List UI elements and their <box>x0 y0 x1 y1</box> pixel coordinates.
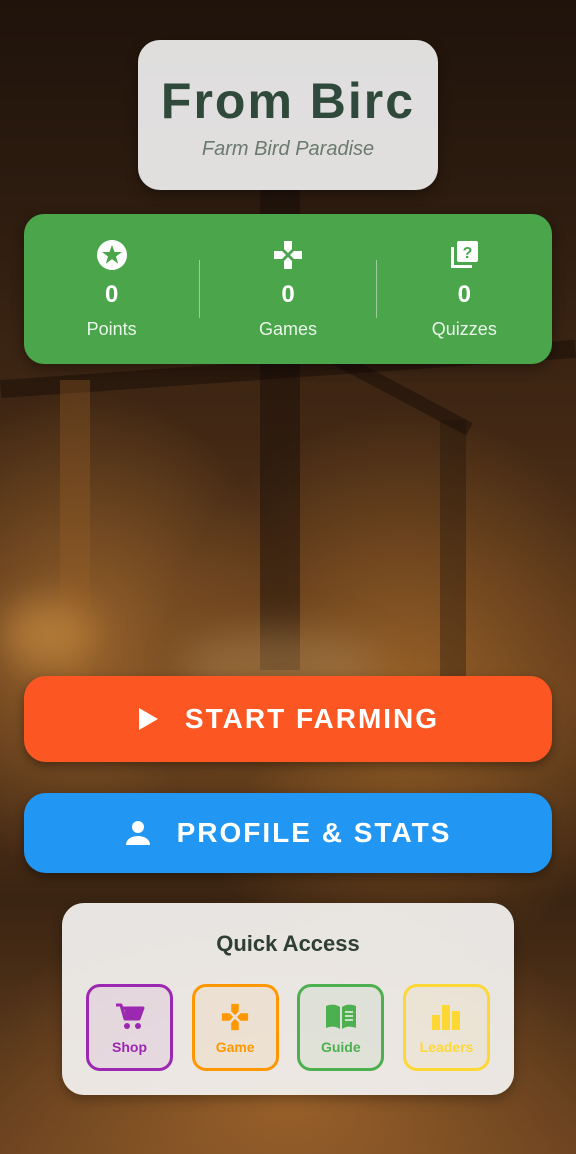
quizzes-value: 0 <box>457 280 471 308</box>
quick-access-title: Quick Access <box>216 931 360 956</box>
games-value: 0 <box>281 280 295 308</box>
quick-leaders-button[interactable]: Leaders <box>402 984 490 1071</box>
cart-icon <box>115 1001 145 1033</box>
points-label: Points <box>86 318 137 339</box>
profile-stats-label: PROFILE & STATS <box>176 817 452 848</box>
points-value: 0 <box>104 280 119 308</box>
quick-shop-button[interactable]: Shop <box>86 984 173 1071</box>
quick-access-card: Quick Access Shop Game Guide Leaders <box>62 903 514 1095</box>
stats-card: 0 Points 0 Games ? 0 Quizzes <box>24 214 552 364</box>
quizzes-label: Quizzes <box>431 318 497 339</box>
book-icon <box>325 1001 357 1033</box>
title-card: From Birc Farm Bird Paradise <box>138 40 438 190</box>
stat-points: 0 Points <box>24 239 199 340</box>
app-title: From Birc <box>160 73 416 129</box>
star-circle-icon <box>24 239 199 275</box>
start-farming-button[interactable]: START FARMING <box>24 676 552 762</box>
leaderboard-icon <box>431 1001 461 1033</box>
play-icon <box>137 707 159 731</box>
quick-shop-label: Shop <box>112 1038 147 1055</box>
profile-stats-button[interactable]: PROFILE & STATS <box>24 793 552 873</box>
svg-text:?: ? <box>463 245 473 262</box>
quick-game-button[interactable]: Game <box>191 984 279 1071</box>
quick-game-label: Game <box>215 1038 255 1055</box>
quick-guide-label: Guide <box>320 1038 361 1055</box>
quick-leaders-label: Leaders <box>419 1038 474 1055</box>
stat-games: 0 Games <box>200 239 375 340</box>
person-icon <box>125 820 151 846</box>
gamepad-icon <box>200 239 375 275</box>
app-subtitle: Farm Bird Paradise <box>201 138 375 160</box>
quiz-icon: ? <box>377 239 552 275</box>
quick-guide-button[interactable]: Guide <box>297 984 385 1071</box>
games-label: Games <box>258 318 317 339</box>
quick-access-row: Shop Game Guide Leaders <box>86 984 490 1071</box>
stat-quizzes: ? 0 Quizzes <box>377 239 552 340</box>
gamepad-icon <box>220 1001 250 1033</box>
start-farming-label: START FARMING <box>184 703 440 734</box>
